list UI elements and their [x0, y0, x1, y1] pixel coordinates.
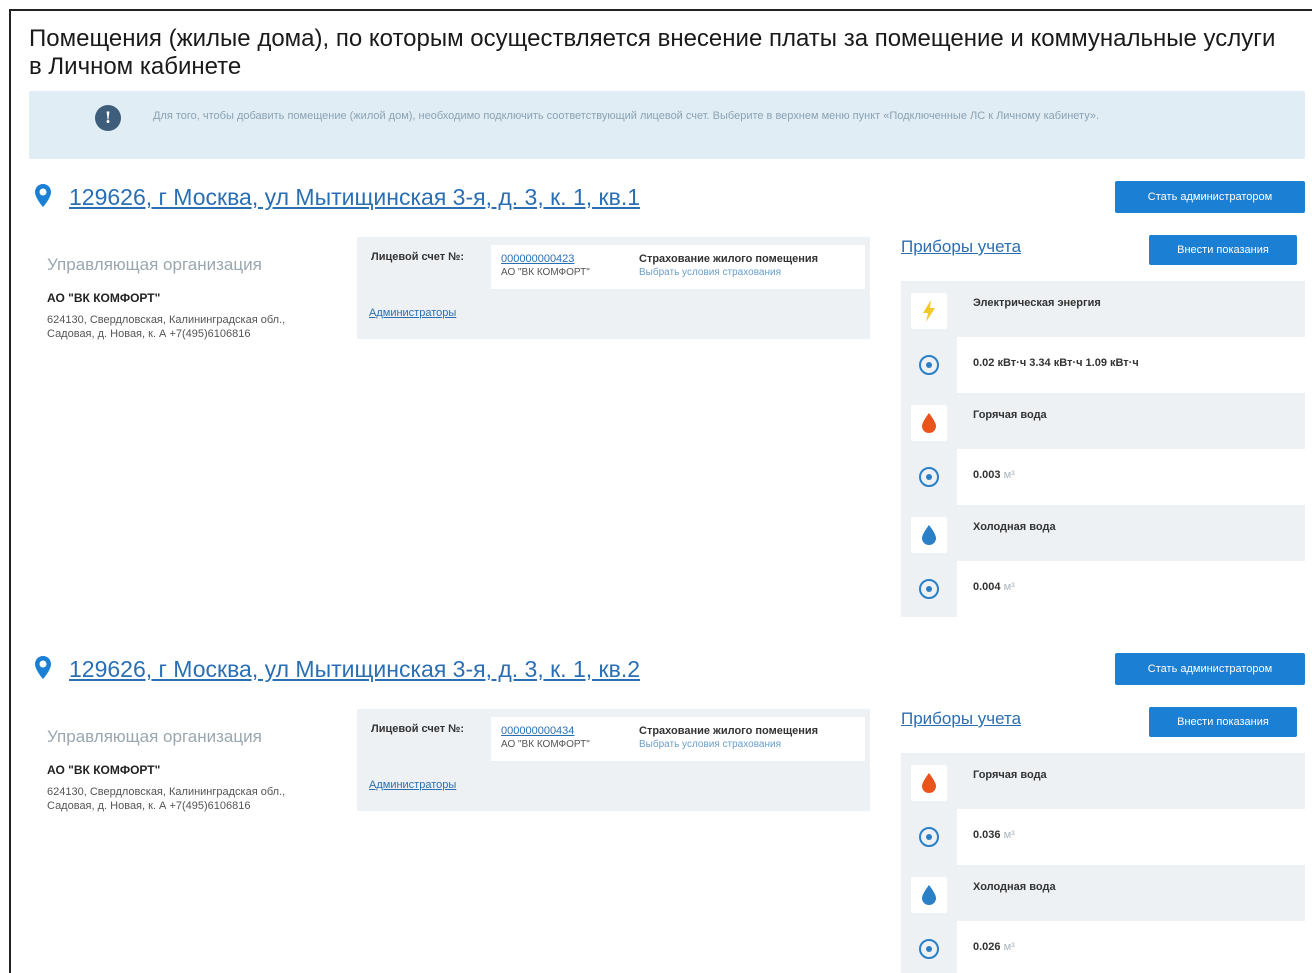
- meters-title-link[interactable]: Приборы учета: [901, 709, 1021, 729]
- org-heading: Управляющая организация: [47, 727, 262, 746]
- account-number-link[interactable]: 000000000423: [501, 253, 574, 265]
- reading-number: 0.036: [973, 829, 1001, 841]
- meter-row: Холодная вода: [901, 865, 1305, 921]
- org-name: АО "ВК КОМФОРТ": [47, 763, 161, 777]
- meter-icon-box: [911, 405, 947, 441]
- become-admin-button-2[interactable]: Стать администратором: [1115, 653, 1305, 685]
- main-frame: Помещения (жилые дома), по которым осуще…: [9, 9, 1312, 973]
- meter-icon-box: [911, 877, 947, 913]
- administrators-link[interactable]: Администраторы: [369, 779, 456, 791]
- hot-water-drop-icon: [922, 773, 936, 793]
- reading-row: 0.003 м³: [901, 449, 1305, 505]
- enter-readings-button-2[interactable]: Внести показания: [1149, 707, 1297, 737]
- account-details: 000000000434 АО "ВК КОМФОРТ" Страхование…: [491, 717, 865, 761]
- reading-history-icon[interactable]: [919, 939, 939, 959]
- property-header-1: 129626, г Москва, ул Мытищинская 3-я, д.…: [29, 181, 1305, 217]
- reading-number: 0.026: [973, 941, 1001, 953]
- meter-name: Горячая вода: [973, 769, 1047, 781]
- reading-unit: м³: [1003, 469, 1015, 481]
- reading-history-icon[interactable]: [919, 827, 939, 847]
- become-admin-button-1[interactable]: Стать администратором: [1115, 181, 1305, 213]
- insurance-title: Страхование жилого помещения: [639, 725, 819, 737]
- meters-title-link[interactable]: Приборы учета: [901, 237, 1021, 257]
- reading-history-icon[interactable]: [919, 467, 939, 487]
- location-pin-icon: [35, 656, 51, 679]
- meter-icon-box: [911, 765, 947, 801]
- location-pin-icon: [35, 184, 51, 207]
- reading-number: 0.004: [973, 581, 1001, 593]
- meter-name: Холодная вода: [973, 521, 1056, 533]
- org-details: 624130, Свердловская, Калининградская об…: [47, 314, 286, 340]
- address-link-2[interactable]: 129626, г Москва, ул Мытищинская 3-я, д.…: [69, 654, 640, 684]
- account-number-link[interactable]: 000000000434: [501, 725, 574, 737]
- reading-value: 0.036 м³: [973, 829, 1015, 841]
- meter-icon-box: [911, 293, 947, 329]
- management-org-1: Управляющая организация АО "ВК КОМФОРТ" …: [29, 247, 329, 341]
- account-details: 000000000423 АО "ВК КОМФОРТ" Страхование…: [491, 245, 865, 289]
- info-banner: ! Для того, чтобы добавить помещение (жи…: [29, 91, 1305, 159]
- reading-unit: м³: [1003, 941, 1015, 953]
- reading-row: 0.02 кВт·ч 3.34 кВт·ч 1.09 кВт·ч: [901, 337, 1305, 393]
- reading-value: 0.004 м³: [973, 581, 1015, 593]
- meter-row: Холодная вода: [901, 505, 1305, 561]
- reading-history-icon[interactable]: [919, 579, 939, 599]
- management-org-2: Управляющая организация АО "ВК КОМФОРТ" …: [29, 719, 329, 813]
- enter-readings-button-1[interactable]: Внести показания: [1149, 235, 1297, 265]
- reading-row: 0.026 м³: [901, 921, 1305, 973]
- meter-name: Электрическая энергия: [973, 297, 1101, 309]
- meter-icon-box: [911, 517, 947, 553]
- info-text: Для того, чтобы добавить помещение (жило…: [153, 110, 1100, 122]
- reading-row: 0.004 м³: [901, 561, 1305, 617]
- address-link-1[interactable]: 129626, г Москва, ул Мытищинская 3-я, д.…: [69, 182, 640, 212]
- meter-name: Холодная вода: [973, 881, 1056, 893]
- info-icon: !: [95, 105, 121, 131]
- account-card-2: Лицевой счет №: 000000000434 АО "ВК КОМФ…: [357, 709, 870, 811]
- meter-row: Электрическая энергия: [901, 281, 1305, 337]
- cold-water-drop-icon: [922, 885, 936, 905]
- cold-water-drop-icon: [922, 525, 936, 545]
- reading-row: 0.036 м³: [901, 809, 1305, 865]
- lightning-icon: [923, 300, 935, 322]
- hot-water-drop-icon: [922, 413, 936, 433]
- reading-unit: м³: [1003, 581, 1015, 593]
- meter-row: Горячая вода: [901, 753, 1305, 809]
- account-org: АО "ВК КОМФОРТ": [501, 267, 590, 278]
- reading-value: 0.02 кВт·ч 3.34 кВт·ч 1.09 кВт·ч: [973, 357, 1139, 369]
- property-header-2: 129626, г Москва, ул Мытищинская 3-я, д.…: [29, 653, 1305, 689]
- insurance-link[interactable]: Выбрать условия страхования: [639, 739, 781, 750]
- account-card-1: Лицевой счет №: 000000000423 АО "ВК КОМФ…: [357, 237, 870, 339]
- administrators-link[interactable]: Администраторы: [369, 307, 456, 319]
- reading-history-icon[interactable]: [919, 355, 939, 375]
- account-label: Лицевой счет №:: [371, 251, 465, 263]
- account-org: АО "ВК КОМФОРТ": [501, 739, 590, 750]
- insurance-title: Страхование жилого помещения: [639, 253, 819, 265]
- org-name: АО "ВК КОМФОРТ": [47, 291, 161, 305]
- page-title: Помещения (жилые дома), по которым осуще…: [29, 25, 1276, 80]
- meter-name: Горячая вода: [973, 409, 1047, 421]
- org-heading: Управляющая организация: [47, 255, 262, 274]
- reading-value: 0.026 м³: [973, 941, 1015, 953]
- reading-number: 0.003: [973, 469, 1001, 481]
- meter-row: Горячая вода: [901, 393, 1305, 449]
- insurance-link[interactable]: Выбрать условия страхования: [639, 267, 781, 278]
- account-label: Лицевой счет №:: [371, 723, 465, 735]
- org-details: 624130, Свердловская, Калининградская об…: [47, 786, 286, 812]
- reading-value: 0.003 м³: [973, 469, 1015, 481]
- reading-unit: м³: [1003, 829, 1015, 841]
